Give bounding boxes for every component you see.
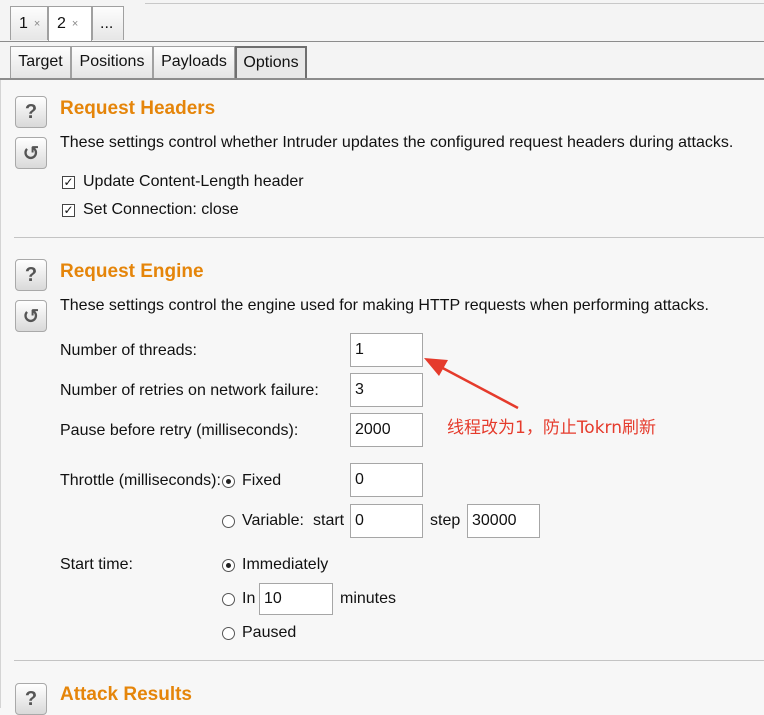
annotation-arrow [424,358,519,410]
annotation-arrow-shaft [436,363,519,410]
annotation-arrow-head [424,358,448,376]
annotation-text: 线程改为1，防止Tokrn刷新 [447,418,657,438]
